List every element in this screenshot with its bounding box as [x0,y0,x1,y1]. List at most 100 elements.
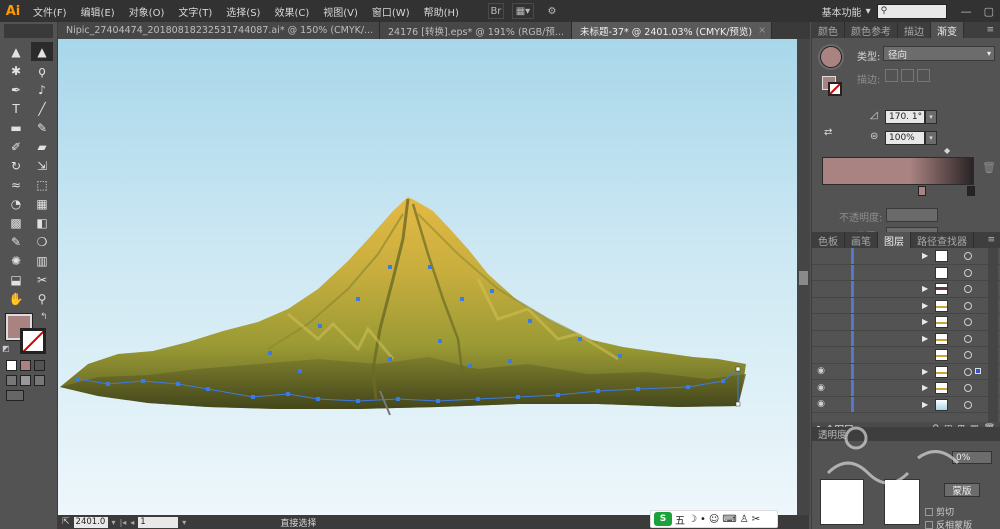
bridge-button[interactable]: Br [487,3,504,19]
color-button[interactable] [6,360,17,371]
eye-icon[interactable]: ◉ [812,366,830,376]
target-icon[interactable] [964,334,972,343]
target-icon[interactable] [964,285,972,293]
mask-thumbnail[interactable] [884,479,920,525]
clip-checkbox[interactable]: 剪切 [925,505,954,518]
width-icon[interactable]: ≈ [5,175,27,194]
menu-item[interactable]: 帮助(H) [417,4,466,19]
workspace-switcher[interactable]: 基本功能 [822,4,862,19]
panel-grip[interactable] [4,24,53,38]
artboard-field[interactable]: 1 [138,516,179,528]
menu-item[interactable]: 选择(S) [219,4,267,19]
stroke-swatch[interactable] [828,82,842,96]
reverse-gradient-icon[interactable]: ⇄ [824,127,832,138]
gradient-icon[interactable]: ◧ [31,213,53,232]
chevron-down-icon[interactable]: ▾ [925,131,937,145]
hand-icon[interactable]: ✋ [5,289,27,308]
panel-menu-icon[interactable]: ≡ [986,22,1000,38]
slice-icon[interactable]: ✂ [31,270,53,289]
maximize-button[interactable]: ▢ [978,5,1000,18]
shape-builder-icon[interactable]: ◔ [5,194,27,213]
expand-arrow-icon[interactable]: ▶ [922,251,928,260]
expand-arrow-icon[interactable]: ▶ [922,400,928,409]
expand-arrow-icon[interactable]: ▶ [922,284,928,293]
rotate-icon[interactable]: ↻ [5,156,27,175]
menu-item[interactable]: 编辑(E) [74,4,122,19]
curvature-icon[interactable]: ♪ [31,80,53,99]
layer-row[interactable]: ▶ [812,248,1000,265]
dot-icon[interactable]: • [700,514,706,525]
chevron-down-icon[interactable]: ▾ [182,518,186,527]
screen-mode-icon[interactable] [6,390,24,401]
menu-item[interactable]: 对象(O) [122,4,172,19]
target-icon[interactable] [964,351,972,359]
magic-wand-icon[interactable]: ✱ [5,61,27,80]
layer-row[interactable]: ▶ [812,297,1000,314]
target-icon[interactable] [964,268,972,277]
layers-scrollbar[interactable] [988,248,998,422]
line-icon[interactable]: ╱ [31,99,53,118]
tab-layers[interactable]: 图层 [878,232,911,248]
expand-arrow-icon[interactable]: ▶ [922,301,928,310]
close-icon[interactable]: × [758,25,766,36]
prev-artboard-icon[interactable]: ◂ [130,518,134,527]
export-icon[interactable]: ⇱ [62,517,70,527]
eyedropper-icon[interactable]: ✎ [5,232,27,251]
default-colors-icon[interactable]: ◩ [2,344,10,353]
none-button[interactable] [34,360,45,371]
expand-arrow-icon[interactable]: ▶ [922,317,928,326]
rectangle-icon[interactable]: ▬ [5,118,27,137]
zoom-icon[interactable]: ⚲ [31,289,53,308]
tab-document-1[interactable]: Nipic_27404474_20180818232531744087.ai* … [58,22,380,39]
artboard-icon[interactable]: ⬓ [5,270,27,289]
target-icon[interactable] [964,384,972,392]
layer-row[interactable]: ◉ ▶ [812,396,1000,413]
blend-icon[interactable]: ❍ [31,232,53,251]
layer-row[interactable]: ◉ ▶ [812,380,1000,397]
stroke-swatch[interactable] [20,328,46,354]
stop-opacity-field[interactable] [886,208,938,222]
invert-mask-checkbox[interactable]: 反相蒙版 [925,518,972,529]
make-mask-button[interactable]: 蒙版 [944,483,980,497]
paintbrush-icon[interactable]: ✎ [31,118,53,137]
gpu-icon[interactable]: ⚙ [542,3,562,19]
direct-selection-icon[interactable]: ▲ [31,42,53,61]
tab-pathfinder[interactable]: 路径查找器 [911,232,974,248]
selection-indicator[interactable] [975,367,981,374]
tab-color-guide[interactable]: 颜色参考 [845,22,898,38]
target-icon[interactable] [964,301,972,310]
expand-arrow-icon[interactable]: ▶ [922,383,928,392]
menu-item[interactable]: 文字(T) [171,4,219,19]
first-artboard-icon[interactable]: |◂ [120,518,127,527]
midpoint-icon[interactable]: ◆ [944,146,950,155]
layer-row[interactable]: ▶ [812,314,1000,331]
type-icon[interactable]: T [5,99,27,118]
expand-arrow-icon[interactable]: ▶ [922,334,928,343]
sogou-logo[interactable]: S [654,512,672,526]
tab-stroke[interactable]: 描边 [898,22,931,38]
pencil-icon[interactable]: ✐ [5,137,27,156]
gradient-stop[interactable] [918,186,926,196]
column-graph-icon[interactable]: ▥ [31,251,53,270]
perspective-icon[interactable]: ▦ [31,194,53,213]
aspect-ratio-field[interactable]: 100% [885,131,925,145]
gradient-type-select[interactable]: 径向 ▾ [883,46,995,61]
moon-icon[interactable]: ☽ [688,514,697,525]
layer-row[interactable]: ◉ ▶ [812,363,1000,380]
gradient-slider[interactable] [822,157,974,185]
search-input[interactable]: ⚲ [876,3,947,19]
draw-normal-icon[interactable] [6,375,17,386]
arrange-documents-button[interactable]: ▦▾ [511,3,534,19]
tab-transparency[interactable]: 透明度 [812,427,1000,441]
wrench-icon[interactable]: ✂ [752,514,760,525]
mesh-icon[interactable]: ▩ [5,213,27,232]
gradient-preview-swatch[interactable] [820,46,842,68]
artboard-canvas[interactable] [58,39,809,515]
stroke-within-icon[interactable] [885,69,898,82]
menu-item[interactable]: 效果(C) [267,4,316,19]
eraser-icon[interactable]: ▰ [31,137,53,156]
trash-icon[interactable]: 🗑 [982,161,996,174]
layer-row[interactable] [812,264,1000,281]
chevron-down-icon[interactable]: ▾ [112,518,116,527]
menu-item[interactable]: 文件(F) [26,4,74,19]
